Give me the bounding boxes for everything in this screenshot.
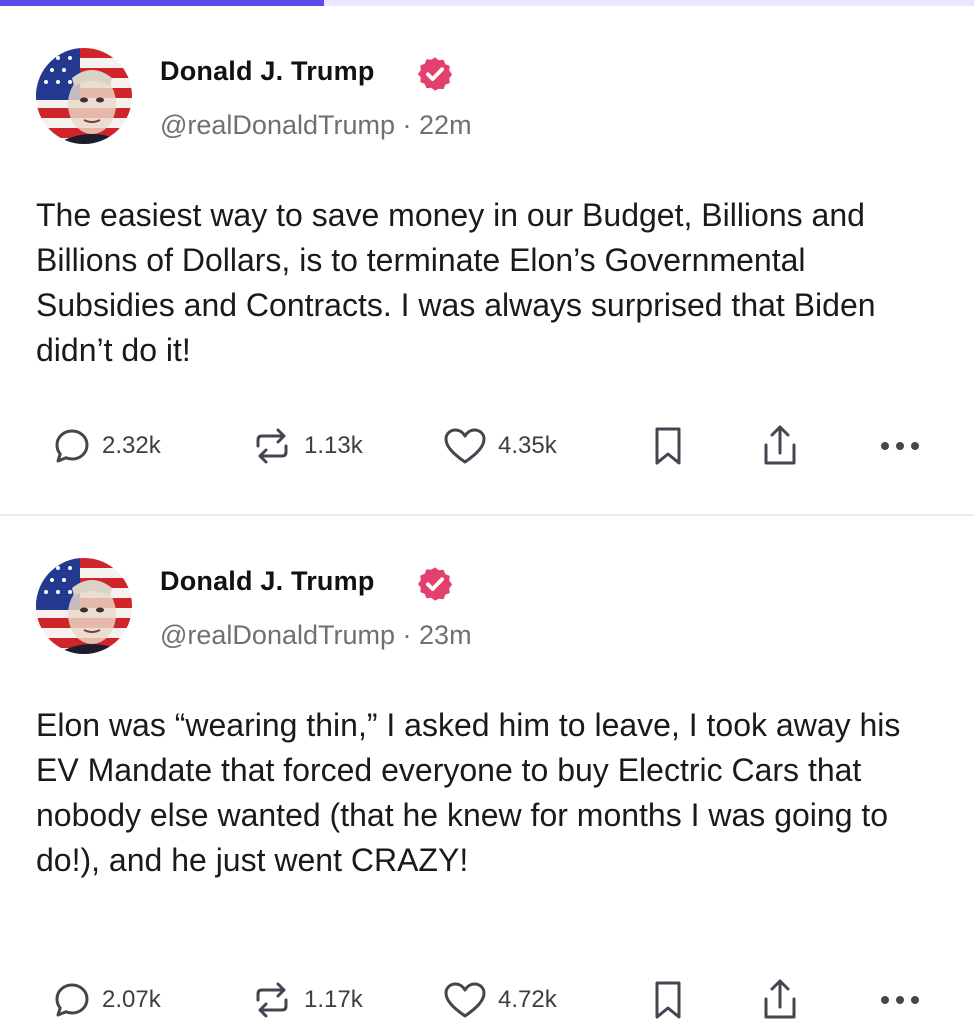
repost-count: 1.13k xyxy=(304,432,363,459)
share-upload-icon xyxy=(764,425,796,465)
bookmark-button[interactable] xyxy=(650,972,686,1028)
post[interactable]: Donald J. Trump @realDonaldTrump · 22m T… xyxy=(0,6,974,514)
like-count: 4.35k xyxy=(498,432,557,459)
post-actions: 2.32k 1.13k 4.35k xyxy=(0,418,974,474)
heart-icon xyxy=(444,982,486,1018)
avatar[interactable] xyxy=(36,558,132,654)
speech-bubble-icon xyxy=(55,429,89,463)
more-dots-icon xyxy=(881,996,919,1004)
more-options-button[interactable] xyxy=(878,972,922,1028)
repost-count: 1.17k xyxy=(304,986,363,1013)
avatar[interactable] xyxy=(36,48,132,144)
repost-button[interactable]: 1.17k xyxy=(250,972,363,1028)
post-time: 23m xyxy=(419,620,472,650)
bookmark-icon xyxy=(655,981,681,1019)
handle-time-line: @realDonaldTrump · 22m xyxy=(160,110,472,141)
post-text: Elon was “wearing thin,” I asked him to … xyxy=(36,707,901,878)
reply-count: 2.07k xyxy=(102,986,161,1013)
separator-dot: · xyxy=(402,620,412,650)
like-button[interactable]: 4.35k xyxy=(442,418,557,474)
more-dots-icon xyxy=(881,442,919,450)
repost-arrows-icon xyxy=(256,428,288,464)
post-text: The easiest way to save money in our Bud… xyxy=(36,197,876,368)
share-button[interactable] xyxy=(760,418,800,474)
repost-button[interactable]: 1.13k xyxy=(250,418,363,474)
bookmark-button[interactable] xyxy=(650,418,686,474)
more-options-button[interactable] xyxy=(878,418,922,474)
author-handle[interactable]: @realDonaldTrump xyxy=(160,110,395,140)
reply-button[interactable]: 2.32k xyxy=(52,418,161,474)
verified-badge-icon xyxy=(417,567,453,601)
verified-badge-icon xyxy=(417,57,453,91)
heart-icon xyxy=(444,428,486,464)
share-upload-icon xyxy=(764,979,796,1019)
post-time: 22m xyxy=(419,110,472,140)
post-actions: 2.07k 1.17k 4.72k xyxy=(0,972,974,1028)
handle-time-line: @realDonaldTrump · 23m xyxy=(160,620,472,651)
author-name[interactable]: Donald J. Trump xyxy=(160,566,375,597)
post[interactable]: Donald J. Trump @realDonaldTrump · 23m E… xyxy=(0,516,974,1024)
bookmark-icon xyxy=(655,427,681,465)
share-button[interactable] xyxy=(760,972,800,1028)
separator-dot: · xyxy=(402,110,412,140)
like-button[interactable]: 4.72k xyxy=(442,972,557,1028)
author-name[interactable]: Donald J. Trump xyxy=(160,56,375,87)
reply-button[interactable]: 2.07k xyxy=(52,972,161,1028)
reply-count: 2.32k xyxy=(102,432,161,459)
author-handle[interactable]: @realDonaldTrump xyxy=(160,620,395,650)
like-count: 4.72k xyxy=(498,986,557,1013)
speech-bubble-icon xyxy=(55,983,89,1017)
repost-arrows-icon xyxy=(256,982,288,1018)
